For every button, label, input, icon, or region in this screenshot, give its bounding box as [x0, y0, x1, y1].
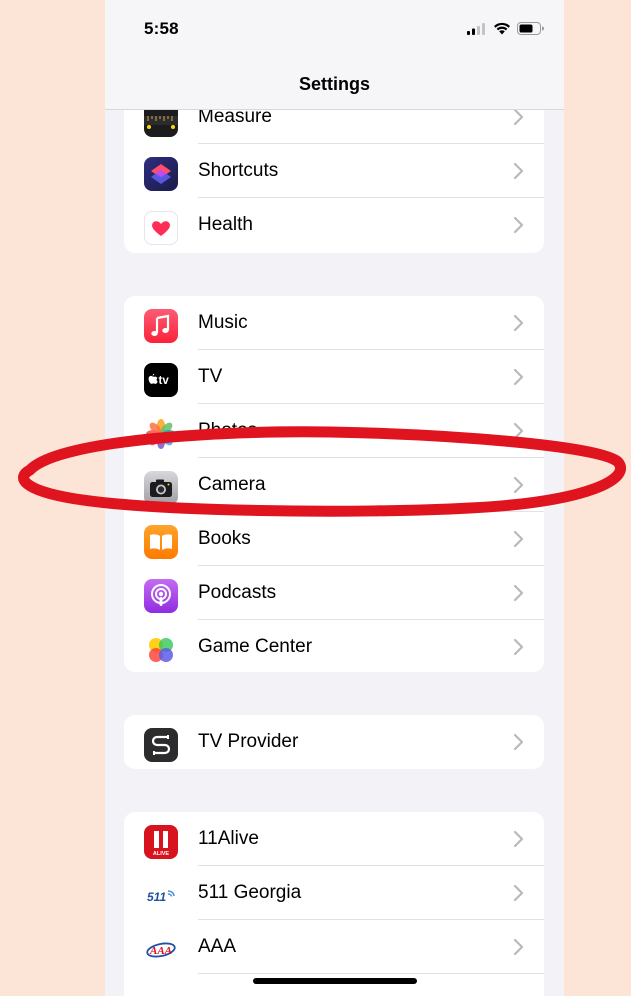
settings-row-label: TV — [198, 366, 223, 387]
weather-app-icon — [144, 987, 178, 996]
chevron-right-icon — [513, 884, 524, 902]
settings-row-label: Books — [198, 528, 251, 549]
settings-row-label: Photos — [198, 420, 258, 441]
settings-row-label: Music — [198, 312, 248, 333]
page-title: Settings — [298, 74, 370, 94]
settings-row-label: Podcasts — [198, 582, 277, 603]
settings-row-photos[interactable]: Photos — [124, 404, 544, 458]
home-indicator — [253, 978, 417, 984]
settings-screen: 5:58 Settings Measure Shortcuts Health M… — [105, 0, 564, 996]
tv-icon-text: tv — [159, 375, 170, 387]
status-bar: 5:58 — [105, 0, 564, 60]
books-app-icon — [144, 525, 178, 559]
aaa-icon-text: AAA — [149, 945, 172, 957]
settings-row-music[interactable]: Music — [124, 296, 544, 350]
settings-group-tv-provider: TV Provider — [124, 715, 544, 769]
status-time: 5:58 — [144, 19, 179, 38]
chevron-right-icon — [513, 314, 524, 332]
settings-group-third-party-apps: ALIVE 11Alive 511 511 Georgia AAA AAA — [124, 812, 544, 996]
game-center-app-icon — [144, 633, 178, 667]
settings-row-label: Game Center — [198, 636, 313, 657]
chevron-right-icon — [513, 368, 524, 386]
settings-group-utilities: Measure Shortcuts Health — [124, 90, 544, 253]
navigation-bar: Settings — [105, 60, 564, 110]
settings-row-label: TV Provider — [198, 731, 299, 752]
status-icons — [467, 22, 544, 35]
settings-row-game-center[interactable]: Game Center — [124, 620, 544, 672]
settings-row-label: 11Alive — [198, 828, 259, 849]
chevron-right-icon — [513, 638, 524, 656]
11alive-app-icon: ALIVE — [144, 825, 178, 859]
tv-app-icon: tv — [144, 363, 178, 397]
511-georgia-app-icon: 511 — [144, 879, 178, 913]
settings-row-podcasts[interactable]: Podcasts — [124, 566, 544, 620]
wifi-icon — [494, 22, 510, 35]
settings-row-label: AAA — [198, 936, 237, 957]
settings-row-label: Health — [198, 214, 253, 235]
chevron-right-icon — [513, 108, 524, 126]
settings-row-label: 511 Georgia — [198, 882, 302, 903]
settings-row-shortcuts[interactable]: Shortcuts — [124, 144, 544, 198]
chevron-right-icon — [513, 830, 524, 848]
chevron-right-icon — [513, 216, 524, 234]
chevron-right-icon — [513, 584, 524, 602]
music-app-icon — [144, 309, 178, 343]
photos-app-icon — [144, 417, 178, 451]
settings-row-health[interactable]: Health — [124, 198, 544, 252]
cellular-signal-icon — [467, 22, 485, 35]
health-app-icon — [144, 211, 178, 245]
settings-row-aaa[interactable]: AAA AAA — [124, 920, 544, 974]
chevron-right-icon — [513, 733, 524, 751]
settings-row-11alive[interactable]: ALIVE 11Alive — [124, 812, 544, 866]
settings-row-511-georgia[interactable]: 511 511 Georgia — [124, 866, 544, 920]
511-icon-text: 511 — [147, 890, 166, 904]
aaa-app-icon: AAA — [144, 933, 178, 967]
tv-provider-icon — [144, 728, 178, 762]
chevron-right-icon — [513, 422, 524, 440]
battery-icon — [517, 22, 544, 35]
settings-row-tv[interactable]: tv TV — [124, 350, 544, 404]
chevron-right-icon — [513, 938, 524, 956]
settings-row-label: Camera — [198, 474, 266, 495]
camera-app-icon — [144, 471, 178, 505]
settings-row-tv-provider[interactable]: TV Provider — [124, 715, 544, 769]
chevron-right-icon — [513, 530, 524, 548]
chevron-right-icon — [513, 162, 524, 180]
chevron-right-icon — [513, 476, 524, 494]
settings-row-camera[interactable]: Camera — [124, 458, 544, 512]
settings-group-media: Music tv TV Photos Camera Books Podcasts… — [124, 296, 544, 672]
settings-row-label: Shortcuts — [198, 160, 279, 181]
podcasts-app-icon — [144, 579, 178, 613]
alive-icon-text: ALIVE — [153, 851, 170, 857]
settings-row-books[interactable]: Books — [124, 512, 544, 566]
shortcuts-app-icon — [144, 157, 178, 191]
